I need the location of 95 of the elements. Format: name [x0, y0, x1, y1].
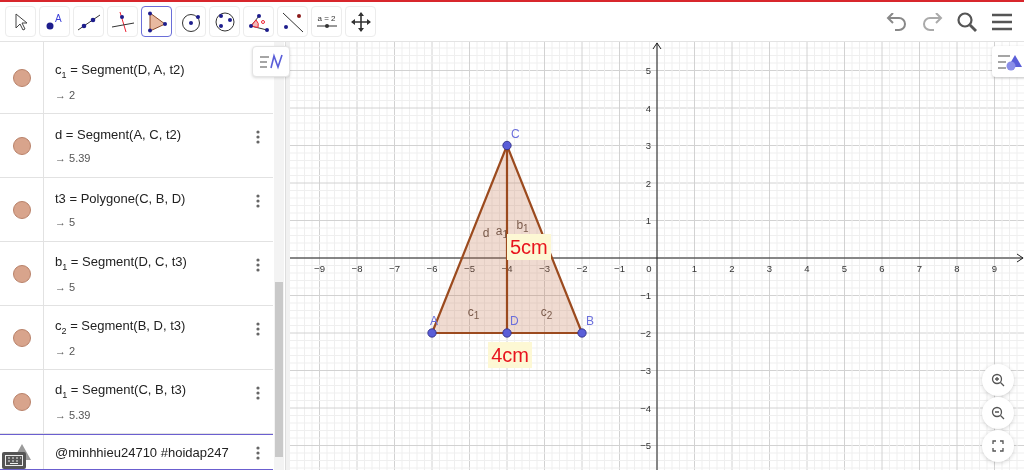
- zoom-in-icon: [991, 373, 1005, 387]
- axis-label: 2: [729, 263, 735, 274]
- triangle-icon: [145, 10, 168, 33]
- more-icon: [256, 194, 260, 208]
- axis-label: 6: [879, 263, 885, 274]
- perpendicular-lines-icon: [110, 10, 135, 33]
- axis-label: −5: [464, 263, 475, 274]
- visibility-toggle[interactable]: [12, 264, 31, 283]
- algebra-row[interactable]: b$_{1}$ = Segment(D, C, t3) → 5: [0, 242, 273, 306]
- cursor-icon: [13, 12, 28, 31]
- reflect-icon: [280, 10, 305, 33]
- more-icon: [256, 130, 260, 144]
- axis-label: 4: [645, 102, 651, 114]
- axis-label: 8: [954, 263, 960, 274]
- formula: d = Segment(A, C, t2): [55, 127, 182, 142]
- visibility-toggle[interactable]: [12, 136, 31, 155]
- input-field[interactable]: @minhhieu24710 #hoidap247: [44, 435, 273, 469]
- segment-label: d: [482, 226, 490, 241]
- segment-label: a$_{1}$: [495, 223, 508, 239]
- result-value: → 5.39: [55, 152, 91, 164]
- axis-label: −2: [640, 327, 651, 339]
- formula: c$_{1}$ = Segment(D, A, t2): [55, 61, 185, 80]
- algebra-row[interactable]: d$_{1}$ = Segment(C, B, t3) → 5.39: [0, 370, 273, 434]
- more-icon: [256, 386, 260, 400]
- visibility-toggle[interactable]: [12, 392, 31, 411]
- algebra-row[interactable]: c$_{2}$ = Segment(B, D, t3) → 2: [0, 306, 273, 370]
- formula: t3 = Polygone(C, B, D): [55, 191, 186, 206]
- visibility-toggle[interactable]: [12, 328, 31, 347]
- segment-label: b$_{1}$: [516, 217, 529, 233]
- axis-label: 1: [691, 263, 698, 274]
- circle-icon: [213, 10, 236, 33]
- point-label: B: [586, 314, 594, 328]
- axis-label: −1: [614, 263, 625, 274]
- style-bar-toggle[interactable]: [992, 46, 1024, 77]
- formula: d$_{1}$ = Segment(C, B, t3): [55, 381, 187, 400]
- scrollbar[interactable]: [274, 42, 284, 470]
- axis-label: 1: [645, 215, 651, 226]
- segment-label: c$_{2}$: [540, 305, 553, 321]
- length-label: 4cm: [488, 342, 533, 368]
- axis-label: −1: [640, 290, 651, 301]
- keyboard-button[interactable]: [2, 452, 26, 469]
- point[interactable]: [502, 140, 512, 151]
- keyboard-icon: [5, 455, 23, 466]
- length-label: 5cm: [507, 234, 551, 260]
- axis-label: −8: [351, 263, 363, 274]
- undo-icon: [886, 12, 908, 31]
- point[interactable]: [427, 328, 437, 338]
- axis-label: 3: [766, 263, 773, 274]
- style-bar-toggle[interactable]: [252, 46, 290, 77]
- point-label: C: [511, 126, 520, 141]
- segment-label: c$_{1}$: [467, 305, 480, 321]
- axis-label: 4: [804, 263, 810, 274]
- axis-label: −5: [640, 440, 651, 451]
- axis-label: 9: [991, 263, 998, 274]
- point-label: D: [510, 314, 519, 328]
- axis-label: −3: [539, 263, 550, 274]
- axis-label: 0: [646, 263, 652, 274]
- algebra-row[interactable]: t3 = Polygone(C, B, D) → 5: [0, 178, 273, 242]
- axis-label: −3: [640, 365, 651, 376]
- menu-icon: [991, 12, 1013, 31]
- axis-label: 2: [645, 177, 651, 189]
- redo-icon: [921, 12, 943, 31]
- fullscreen-icon: [992, 440, 1004, 452]
- result-value: → 2: [55, 345, 76, 358]
- axis-label: −7: [389, 263, 400, 274]
- move-arrows-icon: [350, 11, 371, 32]
- search-icon: [956, 10, 978, 33]
- result-value: → 5: [55, 216, 76, 228]
- result-value: → 5.39: [55, 409, 91, 422]
- tool-button[interactable]: [141, 6, 172, 37]
- more-icon: [256, 258, 260, 272]
- tool-button[interactable]: a = 2: [311, 6, 342, 37]
- zoom-out-icon: [991, 406, 1005, 420]
- fullscreen-button[interactable]: [982, 430, 1014, 462]
- axis-label: 7: [916, 263, 923, 274]
- axis-label: −2: [576, 263, 588, 274]
- axis-label: 5: [645, 65, 651, 76]
- axis-label: 3: [645, 140, 651, 151]
- point[interactable]: [577, 328, 587, 338]
- axis-label: −6: [426, 263, 438, 274]
- formula: c$_{2}$ = Segment(B, D, t3): [55, 317, 186, 336]
- zoom-out-button[interactable]: [982, 397, 1014, 429]
- more-icon: [256, 322, 260, 336]
- result-value: → 2: [55, 89, 76, 102]
- axis-label: −9: [314, 263, 325, 274]
- algebra-row[interactable]: d = Segment(A, C, t2) → 5.39: [0, 114, 273, 178]
- visibility-toggle[interactable]: [12, 200, 31, 219]
- zoom-in-button[interactable]: [982, 364, 1014, 396]
- point[interactable]: [502, 328, 512, 338]
- formula: b$_{1}$ = Segment(D, C, t3): [55, 253, 187, 272]
- axis-label: −4: [640, 402, 651, 414]
- more-icon: [256, 446, 260, 460]
- visibility-toggle[interactable]: [12, 68, 31, 87]
- result-value: → 5: [55, 281, 76, 294]
- axis-label: 5: [841, 263, 848, 274]
